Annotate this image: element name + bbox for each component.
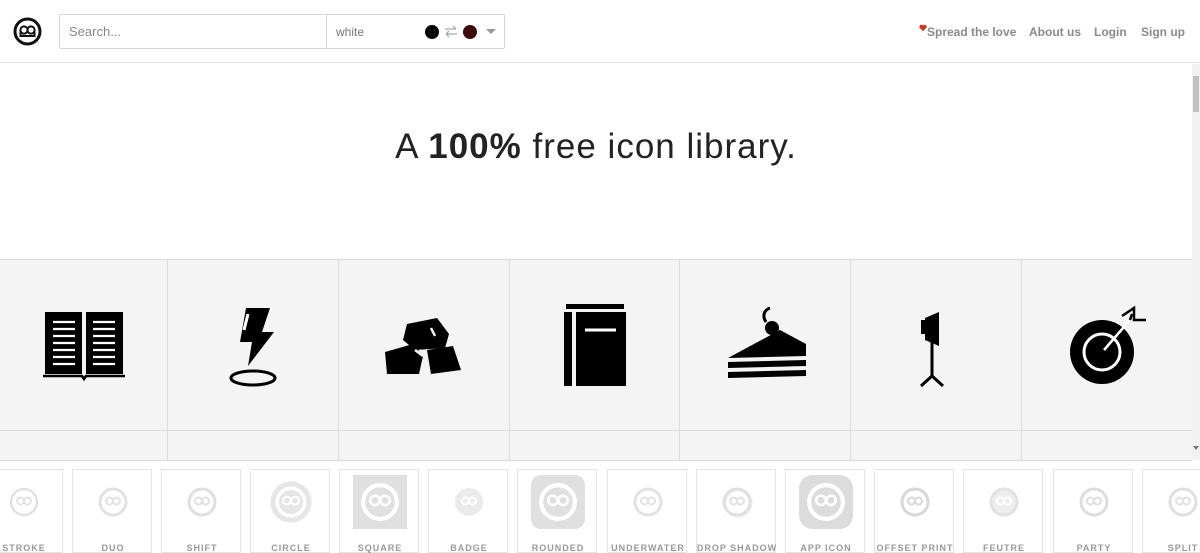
featured-icon-grid [0, 259, 1192, 461]
style-label: DUO [101, 543, 125, 553]
hero-suffix: free icon library. [521, 127, 797, 166]
style-label: DROP SHADOW [696, 543, 778, 553]
style-option-underwater[interactable]: UNDERWATER [607, 469, 687, 553]
book-icon [563, 304, 626, 386]
style-option-circle[interactable]: CIRCLE [250, 469, 330, 553]
style-option-split[interactable]: SPLIT [1142, 469, 1200, 553]
style-option-square[interactable]: SQUARE [339, 469, 419, 553]
search-input[interactable] [60, 15, 326, 48]
color-picker-label[interactable]: white [336, 25, 364, 39]
swap-colors-icon[interactable] [444, 24, 458, 40]
search-box: white [59, 14, 505, 49]
scroll-down-arrow-icon[interactable] [1193, 446, 1199, 450]
logo-style-preview-icon [900, 487, 930, 517]
icon-tile[interactable] [1022, 260, 1192, 460]
style-option-party[interactable]: PARTY [1053, 469, 1133, 553]
vertical-scrollbar[interactable] [1192, 64, 1200, 460]
lightning-marker-icon [229, 308, 277, 387]
nav-spread-label: Spread the love [927, 25, 1017, 39]
style-label: UNDERWATER [611, 543, 685, 553]
style-label: STROKE [2, 543, 46, 553]
style-option-shift[interactable]: SHIFT [161, 469, 241, 553]
icon-tile[interactable] [510, 260, 680, 460]
hero-highlight: 100% [428, 127, 522, 166]
logo-style-preview-icon [455, 488, 483, 516]
style-label: OFFSET PRINT [876, 543, 954, 553]
logo-style-preview-icon [1168, 487, 1198, 517]
style-label: SQUARE [357, 543, 403, 553]
scrollbar-thumb[interactable] [1193, 76, 1199, 112]
icon-tile[interactable] [0, 260, 168, 460]
style-option-stroke[interactable]: STROKE [0, 469, 63, 553]
logo-icon[interactable] [13, 17, 42, 46]
color-swatch-primary[interactable] [425, 25, 439, 39]
logo-style-preview-icon [10, 488, 38, 516]
logo-style-preview-icon [270, 481, 312, 523]
logo-style-preview-icon [989, 487, 1019, 517]
icon-tile[interactable] [339, 260, 510, 460]
style-label: PARTY [1076, 543, 1112, 553]
icon-style-picker: STROKE DUO SHIFT CIRCLE SQUARE BADGE ROU… [0, 461, 1200, 553]
style-label: SHIFT [186, 543, 218, 553]
nav-spread-the-love[interactable]: Spread the love [919, 24, 1017, 39]
logo-style-preview-icon [1079, 487, 1109, 517]
style-option-drop-shadow[interactable]: DROP SHADOW [696, 469, 776, 553]
studio-light-icon [919, 312, 945, 388]
search-divider [326, 15, 327, 48]
nav-sign-up[interactable]: Sign up [1141, 25, 1185, 39]
icon-tile[interactable] [168, 260, 339, 460]
icon-tile[interactable] [680, 260, 851, 460]
logo-style-preview-icon [722, 487, 753, 518]
style-label: SPLIT [1167, 543, 1199, 553]
nav-login[interactable]: Login [1094, 25, 1127, 39]
style-option-duo[interactable]: DUO [72, 469, 152, 553]
heart-icon [919, 24, 927, 32]
rocks-icon [385, 318, 461, 374]
style-label: ROUNDED [531, 543, 585, 553]
style-option-offset-print[interactable]: OFFSET PRINT [874, 469, 954, 553]
style-label: FEUTRE [983, 543, 1025, 553]
logo-style-preview-icon [353, 475, 407, 529]
hero-headline: A 100% free icon library. [0, 127, 1192, 167]
open-book-icon [42, 312, 125, 382]
style-option-app-icon[interactable]: APP ICON [785, 469, 865, 553]
style-label: CIRCLE [271, 543, 311, 553]
style-option-rounded[interactable]: ROUNDED [517, 469, 597, 553]
icon-tile[interactable] [851, 260, 1022, 460]
style-label: APP ICON [800, 543, 852, 553]
logo-style-preview-icon [799, 475, 853, 529]
color-swatch-secondary[interactable] [463, 25, 477, 39]
target-dart-icon [1070, 305, 1146, 384]
nav-about-us[interactable]: About us [1029, 25, 1081, 39]
logo-style-preview-icon [633, 487, 663, 517]
hero-prefix: A [395, 127, 429, 166]
logo-style-preview-icon [531, 475, 585, 529]
style-label: BADGE [450, 543, 488, 553]
logo-style-preview-icon [98, 487, 128, 517]
logo-style-preview-icon [187, 487, 217, 517]
chevron-down-icon[interactable] [486, 29, 496, 34]
style-option-feutre[interactable]: FEUTRE [963, 469, 1043, 553]
style-option-badge[interactable]: BADGE [428, 469, 508, 553]
cake-slice-icon [728, 306, 806, 378]
top-bar: white Spread the love About us Login Sig… [0, 0, 1200, 63]
